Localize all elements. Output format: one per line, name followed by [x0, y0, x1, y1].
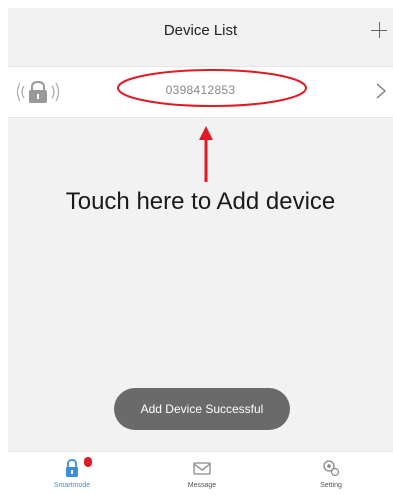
toast-message: Add Device Successful: [114, 388, 290, 430]
tab-setting[interactable]: Setting: [291, 452, 371, 495]
device-list-item[interactable]: 0398412853: [8, 66, 393, 118]
settings-icon: [323, 460, 340, 477]
add-device-button[interactable]: [367, 16, 393, 46]
device-number: 0398412853: [165, 83, 236, 97]
tab-smartmode[interactable]: Smartmode: [32, 452, 112, 495]
page-title: Device List: [163, 22, 238, 39]
bottom-tab-bar: Smartmode Message Setting: [8, 451, 393, 495]
lock-icon: [66, 459, 78, 477]
header-bar: Device List: [8, 8, 393, 56]
chevron-right-icon: [376, 83, 386, 99]
instruction-text: Touch here to Add device: [65, 188, 336, 215]
annotation-arrow-icon: [199, 126, 213, 182]
app-screen: Device List 0398412853 Touch here to Add…: [8, 8, 393, 495]
notification-badge: [84, 457, 92, 467]
tab-label: Message: [187, 482, 217, 489]
tab-label: Setting: [320, 482, 342, 489]
mail-icon: [193, 462, 211, 475]
tab-message[interactable]: Message: [162, 452, 242, 495]
tab-label: Smartmode: [53, 482, 91, 489]
